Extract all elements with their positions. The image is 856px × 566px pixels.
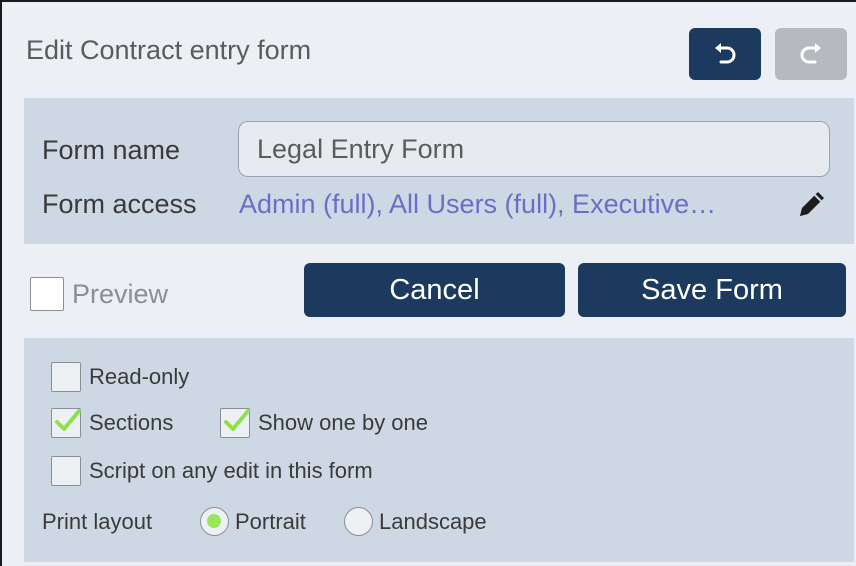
portrait-option[interactable]: Portrait xyxy=(200,507,306,536)
redo-button[interactable] xyxy=(775,28,847,80)
read-only-label: Read-only xyxy=(89,364,190,389)
landscape-radio[interactable] xyxy=(344,507,373,536)
form-name-input[interactable] xyxy=(238,121,830,177)
form-name-label: Form name xyxy=(42,135,181,165)
portrait-radio[interactable] xyxy=(200,507,229,536)
pencil-icon[interactable] xyxy=(794,186,830,222)
landscape-option[interactable]: Landscape xyxy=(344,507,487,536)
save-form-button[interactable]: Save Form xyxy=(578,263,846,317)
sections-option[interactable]: Sections xyxy=(51,408,173,438)
undo-icon xyxy=(715,43,736,64)
show-one-by-one-option[interactable]: Show one by one xyxy=(220,408,428,438)
script-label: Script on any edit in this form xyxy=(89,458,373,483)
show-one-by-one-checkbox[interactable] xyxy=(220,408,250,438)
checkmark-icon xyxy=(55,409,81,431)
preview-toggle[interactable]: Preview xyxy=(30,277,168,311)
sections-label: Sections xyxy=(89,410,174,435)
preview-label: Preview xyxy=(72,278,169,309)
cancel-button[interactable]: Cancel xyxy=(304,263,565,317)
show-one-by-one-label: Show one by one xyxy=(258,410,429,435)
preview-checkbox[interactable] xyxy=(30,277,64,311)
redo-icon xyxy=(800,43,821,64)
checkmark-icon xyxy=(224,409,250,431)
portrait-label: Portrait xyxy=(235,508,306,534)
script-option[interactable]: Script on any edit in this form xyxy=(51,456,373,486)
print-layout-label: Print layout xyxy=(42,509,153,534)
form-access-link[interactable]: Admin (full), All Users (full), Executiv… xyxy=(239,189,716,220)
script-checkbox[interactable] xyxy=(51,456,81,486)
form-info-panel: Form name Form access Admin (full), All … xyxy=(24,98,854,244)
header: Edit Contract entry form xyxy=(4,2,856,98)
sections-checkbox[interactable] xyxy=(51,408,81,438)
page-title: Edit Contract entry form xyxy=(26,35,312,65)
form-access-label: Form access xyxy=(42,189,197,219)
undo-button[interactable] xyxy=(689,28,761,80)
form-options-panel: Read-only Sections Show one by one Scrip… xyxy=(24,338,854,562)
landscape-label: Landscape xyxy=(379,508,487,534)
read-only-option[interactable]: Read-only xyxy=(51,362,189,392)
read-only-checkbox[interactable] xyxy=(51,362,81,392)
form-editor-panel: Edit Contract entry form Form name Form … xyxy=(0,0,856,566)
